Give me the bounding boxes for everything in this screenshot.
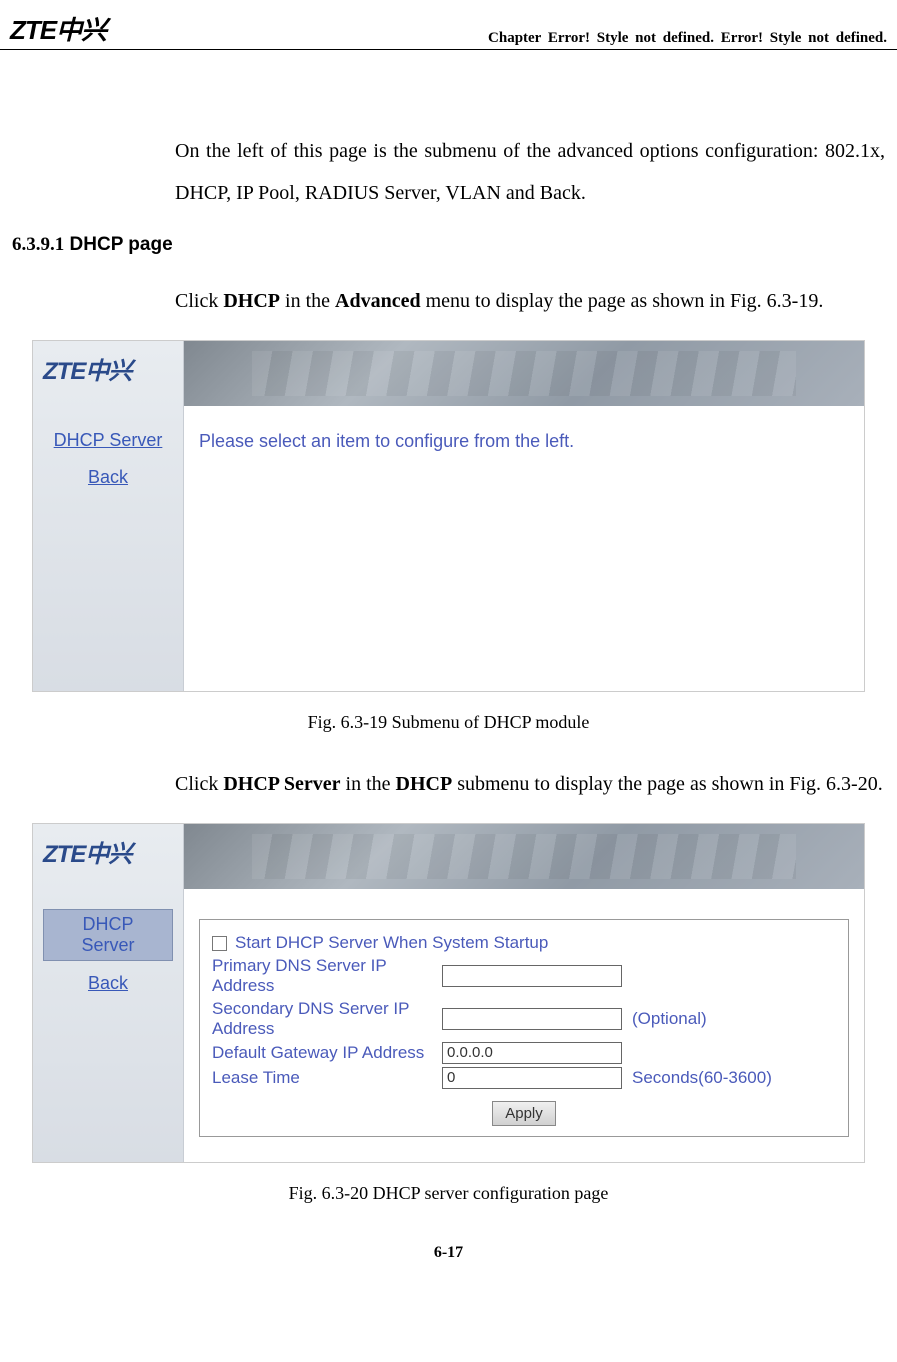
secondary-dns-label: Secondary DNS Server IP Address [212, 999, 442, 1039]
figure-1-caption: Fig. 6.3-19 Submenu of DHCP module [12, 712, 885, 733]
primary-dns-label: Primary DNS Server IP Address [212, 956, 442, 996]
screenshot1-prompt-text: Please select an item to configure from … [199, 431, 849, 452]
secondary-dns-input[interactable] [442, 1008, 622, 1030]
sidebar-link-back[interactable]: Back [33, 463, 183, 492]
click-instruction-1: Click DHCP in the Advanced menu to displ… [175, 280, 885, 322]
lease-time-input[interactable]: 0 [442, 1067, 622, 1089]
primary-dns-input[interactable] [442, 965, 622, 987]
screenshot1-sidebar: ZTE中兴 DHCP Server Back [33, 341, 184, 691]
apply-button[interactable]: Apply [492, 1101, 556, 1126]
section-heading: 6.3.9.1 DHCP page [12, 234, 885, 256]
gateway-input[interactable]: 0.0.0.0 [442, 1042, 622, 1064]
section-number: 6.3.9.1 [12, 234, 64, 255]
dhcp-server-form: Start DHCP Server When System Startup Pr… [199, 919, 849, 1137]
screenshot1-main: Please select an item to configure from … [184, 341, 864, 691]
lease-time-suffix: Seconds(60-3600) [632, 1068, 772, 1088]
page-header: ZTE中兴 Chapter Error! Style not defined. … [0, 0, 897, 50]
screenshot2-main: Start DHCP Server When System Startup Pr… [184, 824, 864, 1162]
sidebar-link-dhcp-server[interactable]: DHCP Server [33, 426, 183, 455]
intro-paragraph: On the left of this page is the submenu … [175, 130, 885, 214]
lease-time-label: Lease Time [212, 1068, 442, 1088]
click-instruction-2: Click DHCP Server in the DHCP submenu to… [175, 763, 885, 805]
header-logo: ZTE中兴 [10, 10, 106, 47]
figure-1-screenshot: ZTE中兴 DHCP Server Back Please select an … [32, 340, 865, 692]
screenshot2-banner-image [184, 824, 864, 889]
sidebar-link-dhcp-server-active[interactable]: DHCP Server [43, 909, 173, 961]
secondary-dns-suffix: (Optional) [632, 1009, 707, 1029]
screenshot2-logo: ZTE中兴 [33, 824, 183, 879]
figure-2-screenshot: ZTE中兴 DHCP Server Back Start DHCP Server… [32, 823, 865, 1163]
screenshot2-sidebar: ZTE中兴 DHCP Server Back [33, 824, 184, 1162]
start-dhcp-checkbox[interactable] [212, 936, 227, 951]
gateway-label: Default Gateway IP Address [212, 1043, 442, 1063]
header-chapter-text: Chapter Error! Style not defined. Error!… [488, 30, 887, 47]
section-title: DHCP page [70, 234, 173, 255]
screenshot1-banner-image [184, 341, 864, 406]
sidebar-link-back[interactable]: Back [33, 969, 183, 998]
figure-2-caption: Fig. 6.3-20 DHCP server configuration pa… [12, 1183, 885, 1204]
start-dhcp-label: Start DHCP Server When System Startup [235, 933, 836, 953]
page-content: On the left of this page is the submenu … [0, 50, 897, 1282]
screenshot1-logo: ZTE中兴 [33, 341, 183, 396]
page-number: 6-17 [12, 1244, 885, 1282]
